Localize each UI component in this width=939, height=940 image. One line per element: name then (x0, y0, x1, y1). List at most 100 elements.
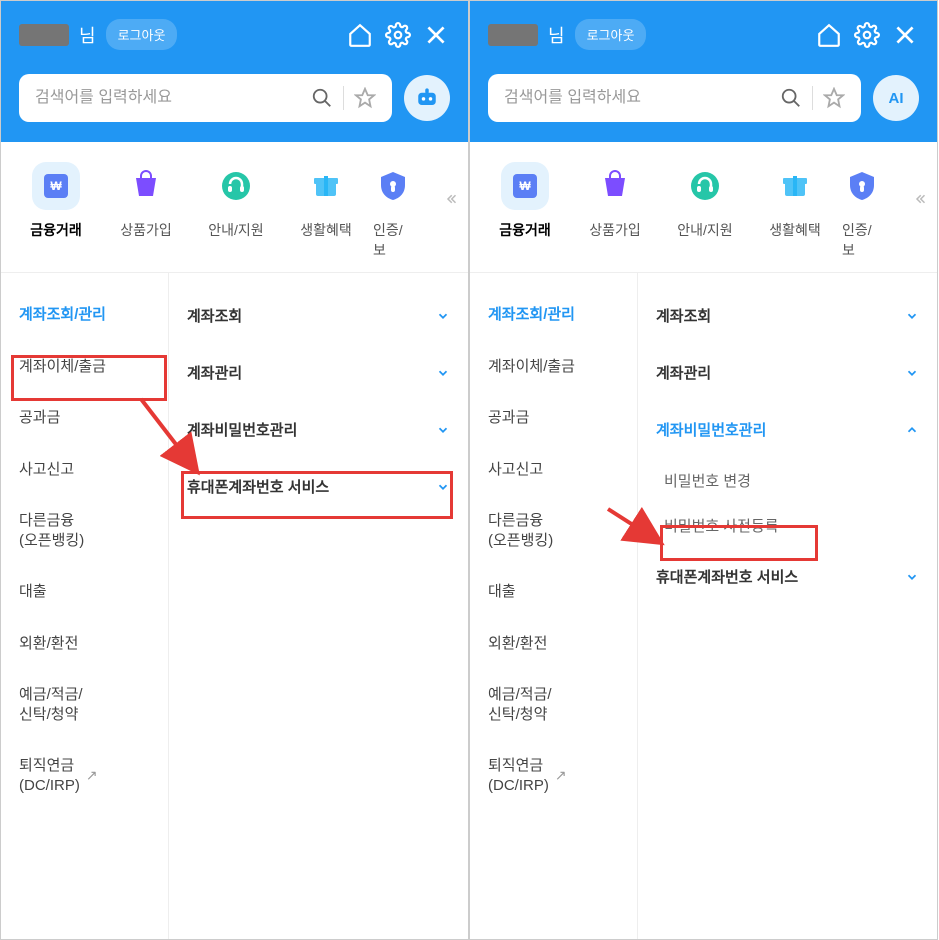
logout-button[interactable]: 로그아웃 (575, 19, 647, 50)
sidebar-item-pension[interactable]: 퇴직연금 (DC/IRP)↗ (470, 740, 637, 811)
search-row: AI (488, 74, 919, 122)
tab-label: 생활혜택 (769, 220, 821, 240)
user-suffix: 님 (548, 22, 565, 48)
sidebar-item-account-view[interactable]: 계좌조회/관리 (1, 289, 168, 341)
star-icon[interactable] (823, 87, 845, 109)
row-account-view[interactable]: 계좌조회 (656, 287, 919, 344)
sidebar-item-openbanking[interactable]: 다른금융 (오픈뱅킹) (1, 495, 168, 566)
svg-text:₩: ₩ (519, 179, 531, 193)
user-name-block (19, 24, 69, 46)
sub-password-preregister[interactable]: 비밀번호 사전등록 (656, 503, 919, 548)
search-icon[interactable] (311, 87, 333, 109)
close-icon[interactable] (422, 21, 450, 49)
tab-label: 안내/지원 (208, 220, 263, 240)
tab-support[interactable]: 안내/지원 (193, 162, 279, 260)
home-icon[interactable] (815, 21, 843, 49)
home-icon[interactable] (346, 21, 374, 49)
search-input[interactable] (35, 89, 301, 107)
chevron-down-icon (905, 570, 919, 584)
chevron-down-icon (905, 366, 919, 380)
user-name-block (488, 24, 538, 46)
gear-icon[interactable] (853, 21, 881, 49)
tab-cert[interactable]: 인증/보 (373, 162, 413, 260)
row-label: 휴대폰계좌번호 서비스 (656, 566, 798, 587)
row-phone-account[interactable]: 휴대폰계좌번호 서비스 (656, 548, 919, 605)
row-label: 계좌조회 (656, 305, 711, 326)
chatbot-button[interactable] (404, 75, 450, 121)
sidebar-item-loan[interactable]: 대출 (470, 566, 637, 618)
scroll-indicator-icon (442, 190, 460, 208)
sidebar-item-transfer[interactable]: 계좌이체/출금 (470, 341, 637, 393)
sidebar: 계좌조회/관리 계좌이체/출금 공과금 사고신고 다른금융 (오픈뱅킹) 대출 … (470, 273, 638, 939)
gear-icon[interactable] (384, 21, 412, 49)
sidebar-item-deposit[interactable]: 예금/적금/ 신탁/청약 (1, 669, 168, 740)
row-label: 계좌관리 (656, 362, 711, 383)
row-label: 휴대폰계좌번호 서비스 (187, 476, 329, 497)
chevron-down-icon (436, 480, 450, 494)
tab-label: 금융거래 (499, 220, 551, 240)
tab-products[interactable]: 상품가입 (103, 162, 189, 260)
tab-bar: ₩ 금융거래 상품가입 안내/지원 생활혜택 인증/보 (1, 142, 468, 272)
tab-cert[interactable]: 인증/보 (842, 162, 882, 260)
sidebar-item-incident[interactable]: 사고신고 (1, 444, 168, 496)
logout-button[interactable]: 로그아웃 (106, 19, 178, 50)
row-label: 계좌조회 (187, 305, 242, 326)
sidebar-item-fx[interactable]: 외환/환전 (1, 618, 168, 670)
sub-password-change[interactable]: 비밀번호 변경 (656, 458, 919, 503)
sidebar-item-utility[interactable]: 공과금 (470, 392, 637, 444)
tab-benefits[interactable]: 생활혜택 (283, 162, 369, 260)
sidebar-item-account-view[interactable]: 계좌조회/관리 (470, 289, 637, 341)
tab-products[interactable]: 상품가입 (572, 162, 658, 260)
body: 계좌조회/관리 계좌이체/출금 공과금 사고신고 다른금융 (오픈뱅킹) 대출 … (470, 272, 937, 939)
sidebar-item-utility[interactable]: 공과금 (1, 392, 168, 444)
sidebar-item-fx[interactable]: 외환/환전 (470, 618, 637, 670)
screen-left: 님 로그아웃 (0, 0, 469, 940)
row-password-manage[interactable]: 계좌비밀번호관리 (656, 401, 919, 458)
tab-label: 인증/보 (373, 220, 413, 260)
tab-label: 상품가입 (120, 220, 172, 240)
ai-button[interactable]: AI (873, 75, 919, 121)
sidebar-item-deposit[interactable]: 예금/적금/ 신탁/청약 (470, 669, 637, 740)
star-icon[interactable] (354, 87, 376, 109)
chevron-down-icon (905, 309, 919, 323)
row-password-manage[interactable]: 계좌비밀번호관리 (187, 401, 450, 458)
sidebar-item-pension[interactable]: 퇴직연금 (DC/IRP)↗ (1, 740, 168, 811)
sidebar: 계좌조회/관리 계좌이체/출금 공과금 사고신고 다른금융 (오픈뱅킹) 대출 … (1, 273, 169, 939)
svg-text:₩: ₩ (50, 179, 62, 193)
header-top: 님 로그아웃 (488, 19, 919, 50)
header: 님 로그아웃 AI (470, 1, 937, 142)
tab-label: 상품가입 (589, 220, 641, 240)
search-box[interactable] (19, 74, 392, 122)
search-row (19, 74, 450, 122)
scroll-indicator-icon (911, 190, 929, 208)
tab-label: 안내/지원 (677, 220, 732, 240)
header: 님 로그아웃 (1, 1, 468, 142)
tab-label: 생활혜택 (300, 220, 352, 240)
content: 계좌조회 계좌관리 계좌비밀번호관리 비밀번호 변경 비밀번호 사전등록 휴대폰… (638, 273, 937, 939)
sidebar-item-openbanking[interactable]: 다른금융 (오픈뱅킹) (470, 495, 637, 566)
header-top: 님 로그아웃 (19, 19, 450, 50)
tab-benefits[interactable]: 생활혜택 (752, 162, 838, 260)
row-label: 계좌관리 (187, 362, 242, 383)
row-account-view[interactable]: 계좌조회 (187, 287, 450, 344)
sidebar-item-transfer[interactable]: 계좌이체/출금 (1, 341, 168, 393)
user-suffix: 님 (79, 22, 96, 48)
tab-bar: ₩ 금융거래 상품가입 안내/지원 생활혜택 인증/보 (470, 142, 937, 272)
chevron-down-icon (436, 423, 450, 437)
sidebar-item-incident[interactable]: 사고신고 (470, 444, 637, 496)
close-icon[interactable] (891, 21, 919, 49)
search-icon[interactable] (780, 87, 802, 109)
tab-finance[interactable]: ₩ 금융거래 (482, 162, 568, 260)
row-account-manage[interactable]: 계좌관리 (656, 344, 919, 401)
chevron-down-icon (436, 309, 450, 323)
search-box[interactable] (488, 74, 861, 122)
row-phone-account[interactable]: 휴대폰계좌번호 서비스 (187, 458, 450, 515)
search-input[interactable] (504, 89, 770, 107)
screen-right: 님 로그아웃 AI (469, 0, 938, 940)
tab-finance[interactable]: ₩ 금융거래 (13, 162, 99, 260)
sidebar-item-loan[interactable]: 대출 (1, 566, 168, 618)
row-account-manage[interactable]: 계좌관리 (187, 344, 450, 401)
separator (812, 86, 813, 110)
chevron-down-icon (436, 366, 450, 380)
tab-support[interactable]: 안내/지원 (662, 162, 748, 260)
